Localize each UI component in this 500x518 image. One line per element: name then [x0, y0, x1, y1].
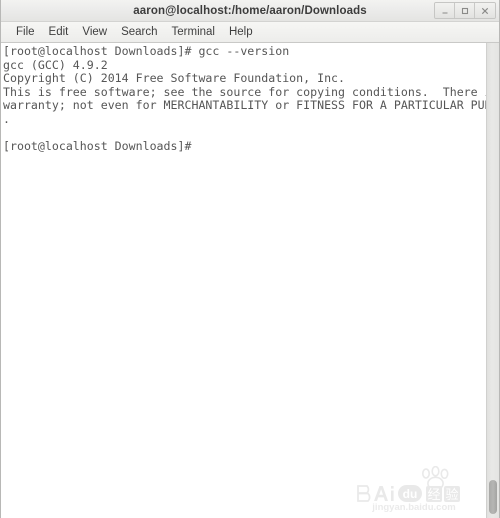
menu-bar: File Edit View Search Terminal Help [1, 22, 499, 43]
terminal-screen[interactable]: [root@localhost Downloads]# gcc --versio… [1, 43, 486, 518]
terminal-line: [root@localhost Downloads]# gcc --versio… [3, 44, 290, 58]
menu-item-help[interactable]: Help [222, 25, 260, 40]
svg-text:验: 验 [445, 487, 458, 503]
menu-item-search[interactable]: Search [114, 25, 164, 40]
svg-text:du: du [403, 487, 418, 501]
menu-item-file[interactable]: File [9, 25, 42, 40]
watermark-url: jingyan.baidu.com [371, 502, 455, 512]
terminal-window: aaron@localhost:/home/aaron/Downloads Fi… [0, 0, 500, 518]
baidu-watermark-icon: du 经 验 jingyan.baidu.com [357, 465, 460, 513]
minimize-icon [442, 11, 447, 14]
title-bar[interactable]: aaron@localhost:/home/aaron/Downloads [1, 0, 499, 22]
minimize-button[interactable] [435, 3, 455, 18]
terminal-line: Copyright (C) 2014 Free Software Foundat… [3, 71, 346, 86]
terminal-line: warranty; not even for MERCHANTABILITY o… [3, 98, 486, 113]
terminal-line: . [3, 111, 10, 126]
maximize-icon [461, 7, 468, 14]
window-controls [434, 2, 496, 19]
baidu-watermark: du 经 验 jingyan.baidu.com [356, 465, 472, 513]
close-icon [481, 7, 489, 14]
svg-text:经: 经 [427, 488, 440, 503]
vertical-scrollbar[interactable] [486, 43, 499, 518]
menu-item-view[interactable]: View [75, 25, 114, 40]
close-button[interactable] [475, 3, 495, 18]
terminal-body: [root@localhost Downloads]# gcc --versio… [1, 43, 499, 518]
maximize-button[interactable] [455, 3, 475, 18]
terminal-line: gcc (GCC) 4.9.2 [3, 57, 108, 72]
menu-item-terminal[interactable]: Terminal [165, 25, 222, 40]
scrollbar-thumb[interactable] [489, 480, 497, 514]
terminal-output: [root@localhost Downloads]# gcc --versio… [3, 44, 486, 154]
terminal-line: [root@localhost Downloads]# [3, 139, 192, 154]
window-title: aaron@localhost:/home/aaron/Downloads [133, 4, 367, 17]
terminal-line: This is free software; see the source fo… [3, 84, 486, 99]
menu-item-edit[interactable]: Edit [42, 25, 76, 40]
